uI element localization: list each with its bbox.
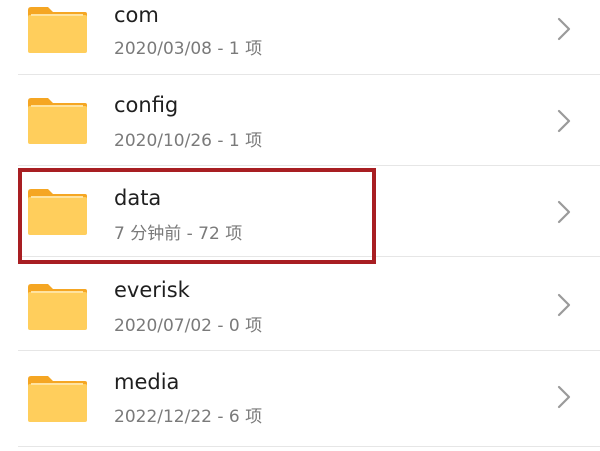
list-item-data[interactable]: data 7 分钟前 - 72 项: [0, 166, 600, 258]
folder-icon: [26, 283, 88, 331]
divider: [18, 446, 600, 447]
item-meta: 2020/07/02 - 0 项: [114, 316, 263, 336]
list-item-config[interactable]: config 2020/10/26 - 1 项: [0, 75, 600, 167]
list-item-com[interactable]: com 2020/03/08 - 1 项: [0, 0, 600, 79]
item-meta: 2022/12/22 - 6 项: [114, 407, 263, 427]
folder-icon: [26, 188, 88, 236]
item-name: data: [114, 186, 162, 210]
item-name: com: [114, 3, 159, 27]
item-name: everisk: [114, 278, 190, 302]
list-item-media[interactable]: media 2022/12/22 - 6 项: [0, 351, 600, 443]
item-meta: 7 分钟前 - 72 项: [114, 224, 243, 244]
folder-icon: [26, 97, 88, 145]
folder-icon: [26, 6, 88, 54]
chevron-right-icon: [556, 292, 572, 318]
list-item-everisk[interactable]: everisk 2020/07/02 - 0 项: [0, 257, 600, 349]
folder-icon: [26, 375, 88, 423]
chevron-right-icon: [556, 199, 572, 225]
item-meta: 2020/03/08 - 1 项: [114, 39, 263, 59]
file-list: com 2020/03/08 - 1 项 config 2020/10/26 -…: [0, 0, 600, 451]
chevron-right-icon: [556, 16, 572, 42]
item-name: media: [114, 370, 180, 394]
item-name: config: [114, 93, 179, 117]
item-meta: 2020/10/26 - 1 项: [114, 131, 263, 151]
chevron-right-icon: [556, 384, 572, 410]
chevron-right-icon: [556, 108, 572, 134]
